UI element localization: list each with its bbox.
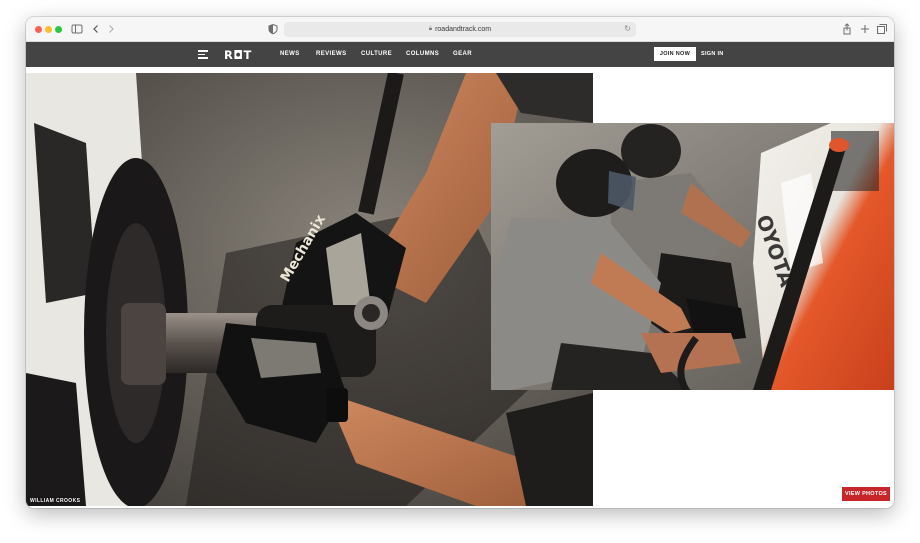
lock-icon: 🔒︎ xyxy=(428,26,433,32)
privacy-icon[interactable] xyxy=(267,23,279,35)
zoom-window-button[interactable] xyxy=(55,26,62,33)
nav-link-news[interactable]: NEWS xyxy=(280,51,300,57)
browser-toolbar: 🔒︎ roadandtrack.com ↻ xyxy=(26,17,894,42)
site-logo[interactable]: R◘T xyxy=(224,48,252,62)
site-navigation: R◘T NEWS REVIEWS CULTURE COLUMNS GEAR JO… xyxy=(26,42,894,67)
back-icon[interactable] xyxy=(90,23,102,35)
url-text: roadandtrack.com xyxy=(435,26,492,33)
minimize-window-button[interactable] xyxy=(45,26,52,33)
address-bar[interactable]: 🔒︎ roadandtrack.com ↻ xyxy=(284,22,636,37)
close-window-button[interactable] xyxy=(35,26,42,33)
secondary-photo-illustration: OYOTA xyxy=(491,123,894,390)
sign-in-link[interactable]: SIGN IN xyxy=(701,51,724,57)
share-icon[interactable] xyxy=(841,23,853,35)
new-tab-icon[interactable] xyxy=(859,23,871,35)
view-photos-button[interactable]: VIEW PHOTOS xyxy=(842,487,890,501)
photo-credit: WILLIAM CROOKS xyxy=(30,498,81,504)
reload-icon[interactable]: ↻ xyxy=(624,24,631,33)
nav-link-culture[interactable]: CULTURE xyxy=(361,51,392,57)
join-now-button[interactable]: JOIN NOW xyxy=(654,47,696,61)
nav-link-gear[interactable]: GEAR xyxy=(453,51,472,57)
nav-link-reviews[interactable]: REVIEWS xyxy=(316,51,346,57)
forward-icon[interactable] xyxy=(105,23,117,35)
hamburger-menu-icon[interactable] xyxy=(198,50,208,59)
secondary-photo: OYOTA xyxy=(491,123,894,390)
tabs-icon[interactable] xyxy=(876,23,888,35)
browser-window: 🔒︎ roadandtrack.com ↻ R◘T NEWS REVIEWS C… xyxy=(26,17,894,508)
article-hero: Mechanix WILLIAM CROOKS OYOTA VIEW PHOTO… xyxy=(26,67,894,508)
nav-link-columns[interactable]: COLUMNS xyxy=(406,51,439,57)
sidebar-icon[interactable] xyxy=(71,23,83,35)
